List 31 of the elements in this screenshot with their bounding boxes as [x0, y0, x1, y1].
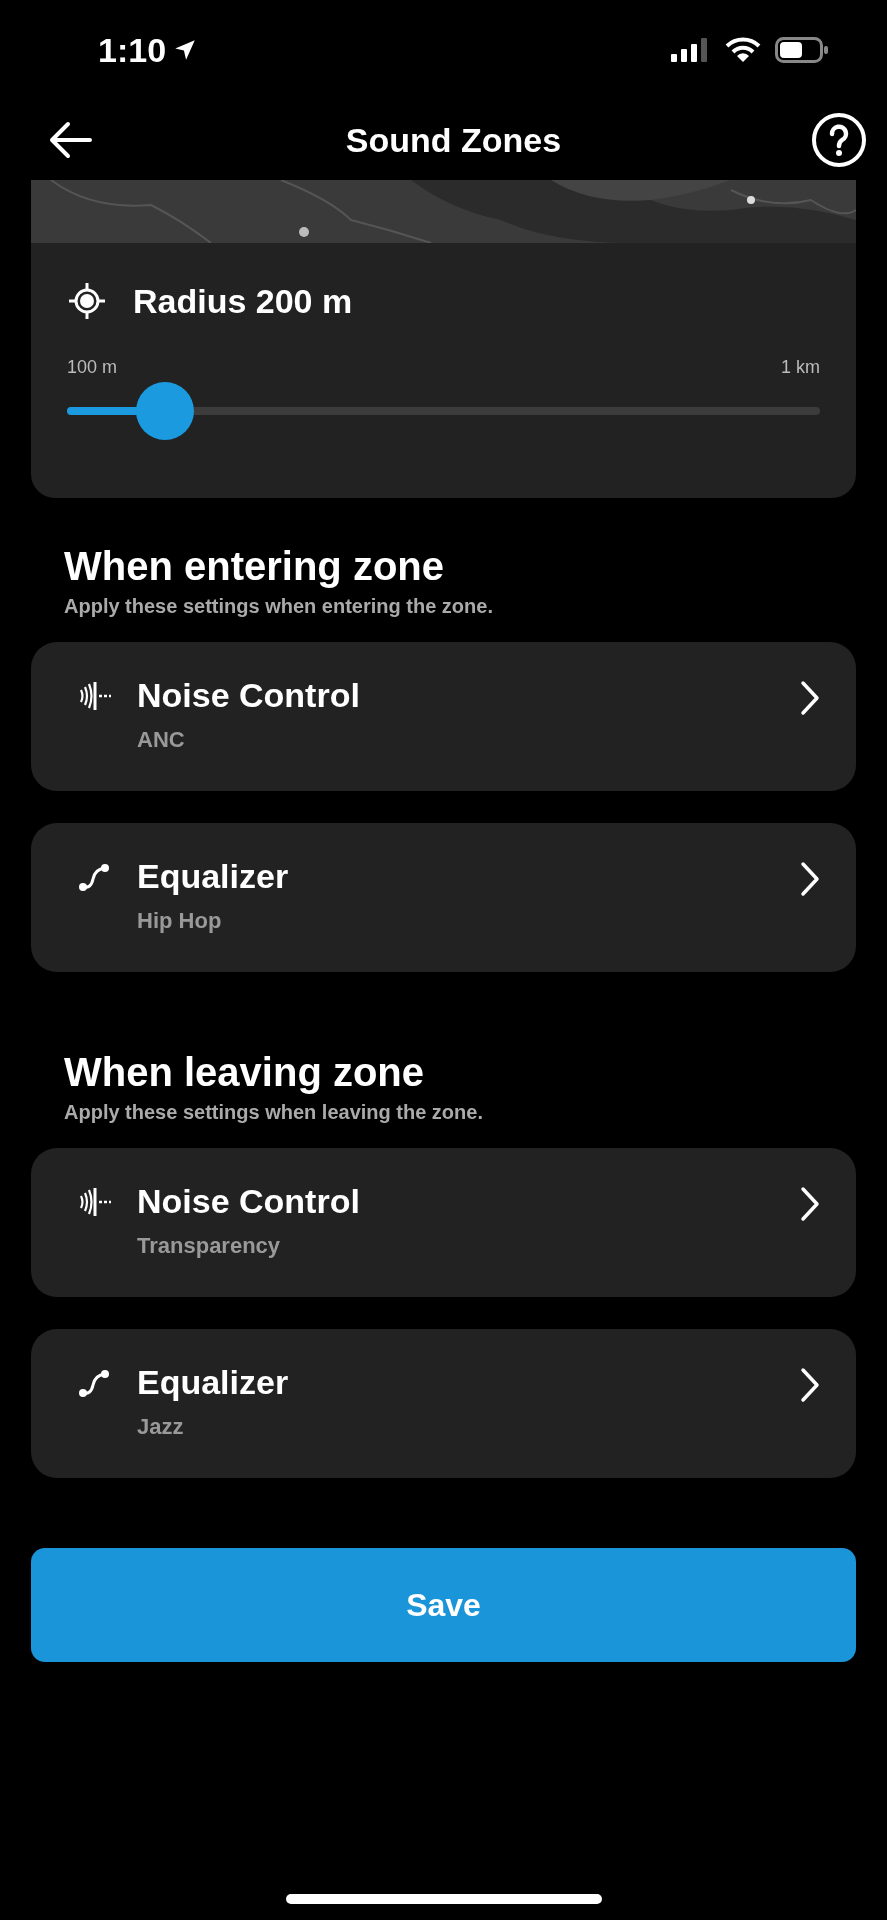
setting-value: Transparency	[137, 1233, 282, 1259]
chevron-right-icon	[800, 1367, 820, 1403]
wifi-icon	[725, 37, 761, 63]
setting-row[interactable]: Equalizer Hip Hop	[31, 823, 856, 972]
slider-thumb[interactable]	[135, 382, 194, 440]
status-time: 1:10	[98, 30, 167, 70]
setting-value: Jazz	[137, 1414, 185, 1440]
section-title: When leaving zone	[64, 1050, 426, 1095]
setting-row[interactable]: Noise Control ANC	[31, 642, 856, 791]
setting-value: ANC	[137, 727, 186, 753]
battery-icon	[775, 37, 829, 63]
location-target-icon	[67, 281, 107, 321]
setting-value: Hip Hop	[137, 908, 223, 934]
chevron-right-icon	[800, 1186, 820, 1222]
setting-row[interactable]: Noise Control Transparency	[31, 1148, 856, 1297]
radius-title: Radius 200 m	[133, 281, 353, 321]
slider-min-label: 100 m	[67, 357, 118, 378]
setting-title: Noise Control	[137, 676, 361, 715]
help-icon	[811, 112, 867, 168]
chevron-right-icon	[800, 680, 820, 716]
setting-title: Equalizer	[137, 857, 290, 896]
radius-slider[interactable]	[67, 382, 820, 440]
section-subtitle: Apply these settings when entering the zone.	[64, 595, 494, 618]
screen-title: Sound Zones	[345, 120, 562, 160]
slider-max-label: 1 km	[781, 357, 820, 378]
setting-row[interactable]: Equalizer Jazz	[31, 1329, 856, 1478]
section-subtitle: Apply these settings when leaving the zone.	[64, 1101, 484, 1124]
setting-title: Equalizer	[137, 1363, 290, 1402]
setting-title: Noise Control	[137, 1182, 361, 1221]
section-title: When entering zone	[64, 544, 445, 589]
chevron-right-icon	[800, 861, 820, 897]
